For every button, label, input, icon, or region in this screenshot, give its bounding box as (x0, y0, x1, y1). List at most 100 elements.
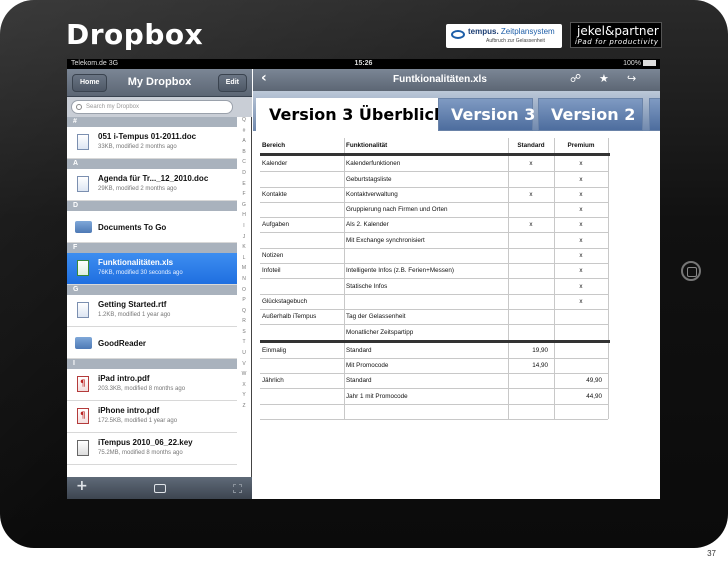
index-letter[interactable]: S (237, 329, 251, 340)
index-letter[interactable]: V (237, 361, 251, 372)
index-letter[interactable]: I (237, 223, 251, 234)
table-cell[interactable]: Kalenderfunktionen (344, 156, 508, 171)
table-cell[interactable]: Jährlich (260, 373, 344, 388)
table-cell[interactable]: Mit Promocode (344, 358, 508, 373)
index-letter[interactable]: P (237, 297, 251, 308)
file-item[interactable]: iPad intro.pdf 203.3KB, modified 8 month… (67, 369, 237, 401)
table-cell[interactable]: Jahr 1 mit Promocode (344, 389, 508, 404)
index-letter[interactable]: Q (237, 117, 251, 128)
table-cell[interactable] (508, 309, 554, 324)
table-cell[interactable]: x (554, 263, 608, 278)
star-icon[interactable]: ★ (599, 72, 609, 85)
index-letter[interactable]: K (237, 244, 251, 255)
file-item[interactable]: Getting Started.rtf 1.2KB, modified 1 ye… (67, 295, 237, 327)
folder-item[interactable]: Documents To Go (67, 211, 237, 243)
file-item[interactable]: iPhone intro.pdf 172.5KB, modified 1 yea… (67, 401, 237, 433)
table-cell[interactable] (554, 325, 608, 340)
index-letter[interactable]: A (237, 138, 251, 149)
alphabet-index[interactable]: Q # A B C D E F G H I J K L M N O P Q R S T U V W X Y Z (237, 117, 251, 414)
table-cell[interactable] (508, 373, 554, 388)
table-cell[interactable] (260, 404, 344, 419)
back-chevron-icon[interactable]: ‹ (261, 70, 267, 86)
table-cell[interactable]: Als 2. Kalender (344, 217, 508, 232)
table-cell[interactable]: x (508, 217, 554, 232)
table-cell[interactable] (344, 404, 508, 419)
table-cell[interactable]: Notizen (260, 248, 344, 263)
table-cell[interactable]: Einmalig (260, 343, 344, 358)
file-item[interactable]: Agenda für Tr..._12_2010.doc 29KB, modif… (67, 169, 237, 201)
table-cell[interactable]: 14,90 (508, 358, 554, 373)
table-cell[interactable]: Standard (344, 373, 508, 388)
table-cell[interactable] (260, 358, 344, 373)
table-cell[interactable]: x (554, 187, 608, 202)
column-header[interactable]: Funktionalität (344, 138, 508, 153)
camera-icon[interactable] (154, 484, 166, 493)
index-letter[interactable]: T (237, 339, 251, 350)
table-cell[interactable]: Mit Exchange synchronisiert (344, 233, 508, 248)
index-letter[interactable]: O (237, 287, 251, 298)
index-letter[interactable]: U (237, 350, 251, 361)
index-letter[interactable]: Q (237, 308, 251, 319)
table-cell[interactable] (554, 358, 608, 373)
table-cell[interactable]: x (554, 156, 608, 171)
search-input[interactable]: Search my Dropbox (71, 100, 233, 114)
index-letter[interactable]: C (237, 159, 251, 170)
table-cell[interactable] (260, 279, 344, 294)
ipad-home-button[interactable] (681, 261, 701, 281)
index-letter[interactable]: E (237, 181, 251, 192)
table-cell[interactable] (260, 389, 344, 404)
table-cell[interactable] (508, 279, 554, 294)
table-cell[interactable]: Statische Infos (344, 279, 508, 294)
table-cell[interactable]: Glückstagebuch (260, 294, 344, 309)
link-icon[interactable]: ☍ (570, 72, 581, 85)
index-letter[interactable]: R (237, 318, 251, 329)
table-cell[interactable] (260, 233, 344, 248)
share-icon[interactable]: ↪ (627, 72, 636, 85)
column-header[interactable]: Bereich (260, 138, 344, 153)
column-header[interactable]: Premium (554, 138, 608, 153)
folder-item[interactable]: GoodReader (67, 327, 237, 359)
table-cell[interactable]: Kontaktverwaltung (344, 187, 508, 202)
add-icon[interactable]: + (76, 478, 88, 494)
table-cell[interactable]: Standard (344, 343, 508, 358)
file-item[interactable]: 051 i-Tempus 01-2011.doc 33KB, modified … (67, 127, 237, 159)
index-letter[interactable]: H (237, 212, 251, 223)
index-letter[interactable]: N (237, 276, 251, 287)
index-letter[interactable]: L (237, 255, 251, 266)
index-letter[interactable]: Y (237, 392, 251, 403)
table-cell[interactable] (508, 325, 554, 340)
index-letter[interactable]: # (237, 128, 251, 139)
table-cell[interactable]: Tag der Gelassenheit (344, 309, 508, 324)
table-cell[interactable]: Außerhalb iTempus (260, 309, 344, 324)
table-cell[interactable]: x (508, 156, 554, 171)
table-cell[interactable]: x (554, 172, 608, 187)
table-cell[interactable] (508, 248, 554, 263)
table-cell[interactable]: Geburtstagsliste (344, 172, 508, 187)
table-cell[interactable]: x (554, 248, 608, 263)
table-cell[interactable]: x (554, 217, 608, 232)
table-cell[interactable] (508, 404, 554, 419)
table-cell[interactable] (260, 202, 344, 217)
grid-icon[interactable] (233, 484, 242, 493)
table-cell[interactable] (508, 389, 554, 404)
table-cell[interactable]: x (554, 279, 608, 294)
tab-version-2[interactable]: Version 2 (538, 98, 643, 131)
table-cell[interactable]: x (554, 202, 608, 217)
table-cell[interactable]: x (554, 233, 608, 248)
tab-version-3[interactable]: Version 3 (438, 98, 535, 131)
table-cell[interactable] (554, 404, 608, 419)
file-item-selected[interactable]: Funktionalitäten.xls 76KB, modified 30 s… (67, 253, 237, 285)
index-letter[interactable]: M (237, 265, 251, 276)
table-cell[interactable] (554, 343, 608, 358)
table-cell[interactable]: Infoteil (260, 263, 344, 278)
index-letter[interactable]: J (237, 234, 251, 245)
column-header[interactable]: Standard (508, 138, 554, 153)
table-cell[interactable]: x (508, 187, 554, 202)
tab-version-3-ueberblick[interactable]: Version 3 Überblick (256, 98, 458, 131)
index-letter[interactable]: X (237, 382, 251, 393)
table-cell[interactable]: x (554, 294, 608, 309)
table-cell[interactable]: Aufgaben (260, 217, 344, 232)
table-cell[interactable] (508, 202, 554, 217)
table-cell[interactable] (260, 172, 344, 187)
table-cell[interactable] (344, 294, 508, 309)
